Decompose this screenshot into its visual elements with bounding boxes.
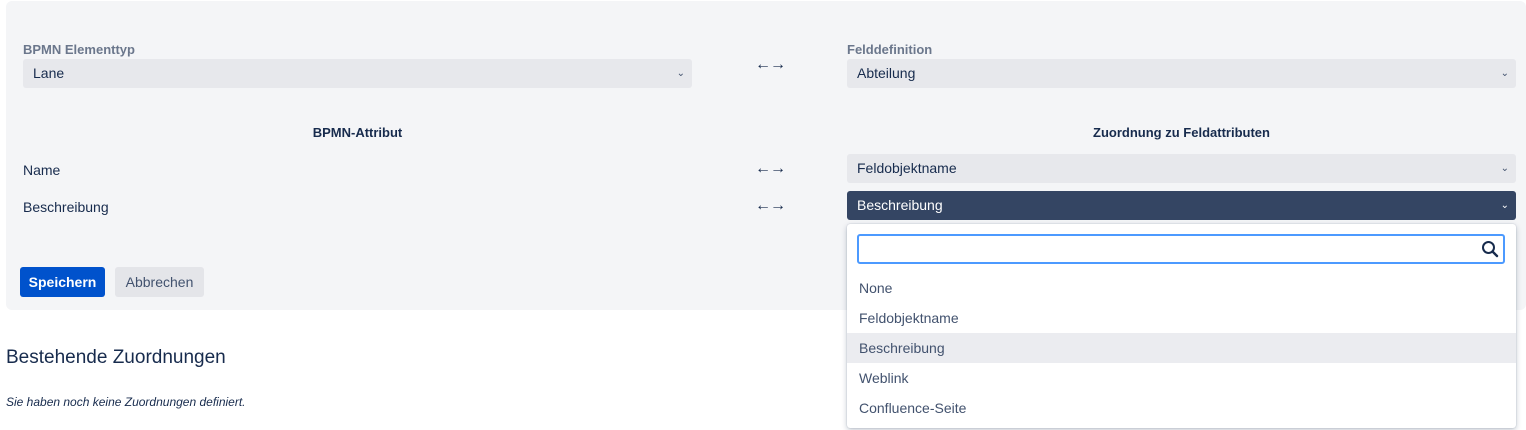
field-attribute-value: Beschreibung	[857, 197, 943, 213]
field-definition-label: Felddefinition	[847, 42, 933, 57]
attribute-row-label: Beschreibung	[23, 199, 109, 215]
field-attribute-value: Feldobjektname	[857, 160, 957, 176]
bpmn-attribute-header: BPMN-Attribut	[312, 125, 403, 140]
left-right-arrows-icon: ←→	[755, 160, 786, 177]
existing-mappings-title: Bestehende Zuordnungen	[6, 347, 226, 368]
search-icon[interactable]	[1481, 240, 1499, 263]
field-attribute-select[interactable]: Feldobjektname ⌄	[847, 154, 1516, 183]
dropdown-option-beschreibung[interactable]: Beschreibung	[847, 333, 1516, 363]
existing-mappings-empty-text: Sie haben noch keine Zuordnungen definie…	[6, 395, 246, 409]
field-attribute-header: Zuordnung zu Feldattributen	[1093, 125, 1270, 140]
chevron-down-icon: ⌄	[1500, 163, 1509, 174]
dropdown-option-confluence-seite[interactable]: Confluence-Seite	[847, 393, 1516, 423]
field-definition-value: Abteilung	[857, 65, 916, 81]
dropdown-option-weblink[interactable]: Weblink	[847, 363, 1516, 393]
chevron-down-icon: ⌄	[1500, 68, 1509, 79]
left-right-arrows-icon: ←→	[755, 56, 786, 73]
element-type-select[interactable]: Lane ⌄	[23, 59, 692, 88]
field-definition-select[interactable]: Abteilung ⌄	[847, 59, 1516, 88]
dropdown-search-box[interactable]	[857, 234, 1505, 264]
chevron-down-icon: ⌄	[1500, 200, 1509, 211]
left-right-arrows-icon: ←→	[755, 197, 786, 214]
dropdown-option-none[interactable]: None	[847, 273, 1516, 303]
element-type-label: BPMN Elementtyp	[23, 42, 135, 57]
dropdown-search-input[interactable]	[859, 236, 1479, 264]
save-button[interactable]: Speichern	[20, 267, 105, 297]
dropdown-option-feldobjektname[interactable]: Feldobjektname	[847, 303, 1516, 333]
attribute-row-label: Name	[23, 162, 61, 178]
element-type-value: Lane	[33, 65, 65, 81]
cancel-button[interactable]: Abbrechen	[115, 267, 204, 297]
field-attribute-dropdown-menu: None Feldobjektname Beschreibung Weblink…	[847, 224, 1516, 428]
field-attribute-select-open[interactable]: Beschreibung ⌄	[847, 191, 1516, 220]
chevron-down-icon: ⌄	[676, 68, 685, 79]
